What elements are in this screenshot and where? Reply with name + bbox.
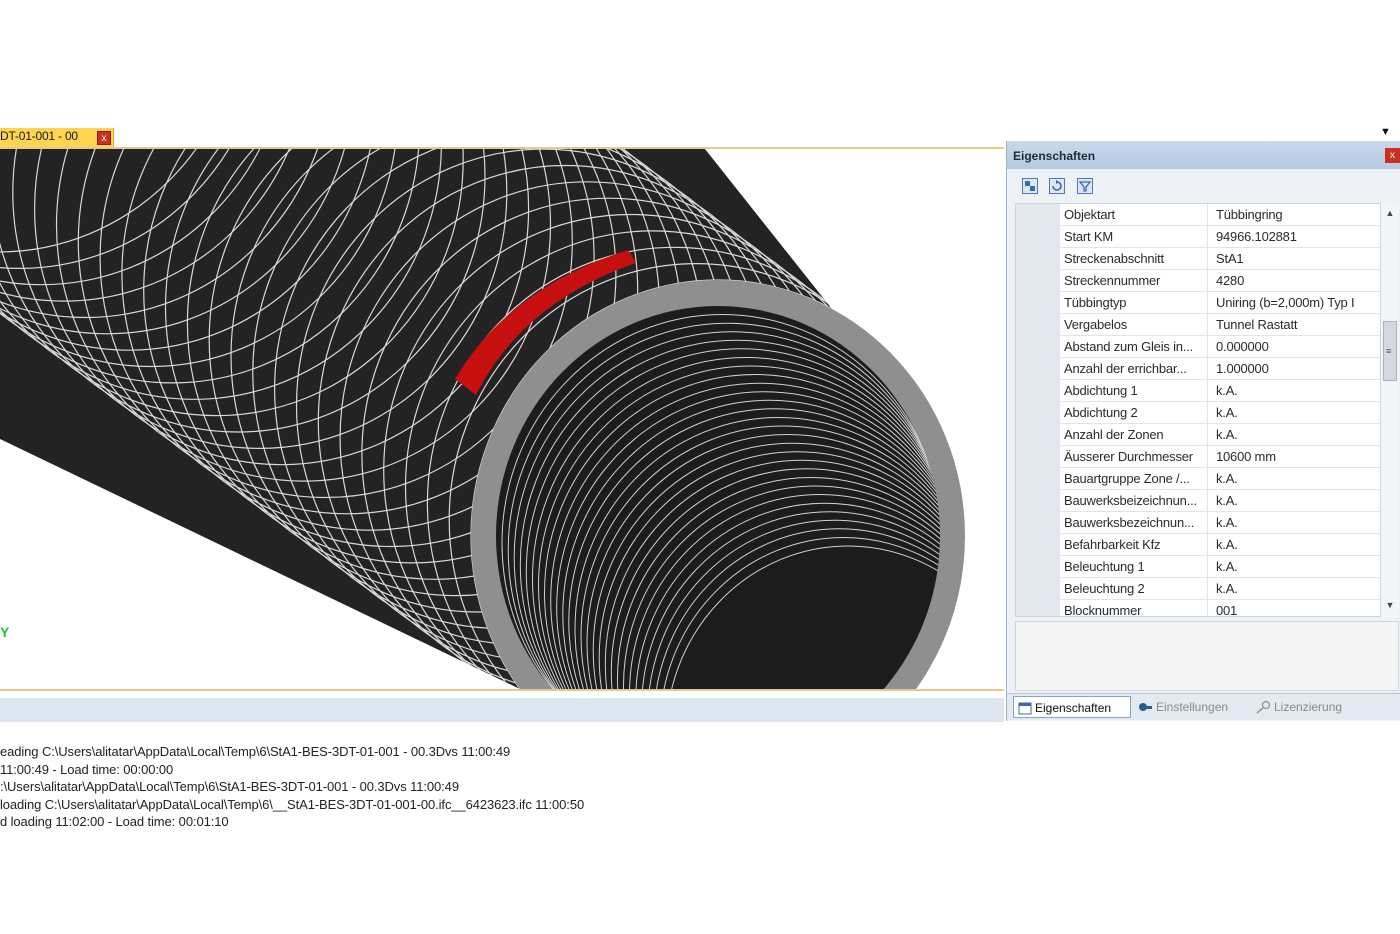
property-value[interactable]: k.A.	[1216, 402, 1380, 423]
log-line: :\Users\alitatar\AppData\Local\Temp\6\St…	[0, 779, 459, 794]
3d-viewport[interactable]	[0, 149, 1004, 689]
property-name: Abstand zum Gleis in...	[1060, 336, 1208, 357]
tab-label: Einstellungen	[1156, 700, 1229, 714]
property-name: Vergabelos	[1060, 314, 1208, 335]
property-value[interactable]: k.A.	[1216, 490, 1380, 511]
scroll-up-icon[interactable]: ▲	[1381, 205, 1399, 221]
log-line: d loading 11:02:00 - Load time: 00:01:10	[0, 814, 229, 829]
property-row[interactable]: Start KM 94966.102881	[1060, 226, 1380, 248]
property-grid-scrollbar[interactable]: ▲ ≡ ▼	[1381, 203, 1399, 617]
property-name: Tübbingtyp	[1060, 292, 1208, 313]
properties-title-bar: Eigenschaften x	[1007, 141, 1400, 169]
property-value[interactable]: Tunnel Rastatt	[1216, 314, 1380, 335]
property-name: Bauwerksbeizeichnun...	[1060, 490, 1208, 511]
property-name: Befahrbarkeit Kfz	[1060, 534, 1208, 555]
log-line: loading C:\Users\alitatar\AppData\Local\…	[0, 796, 585, 812]
log-line: 11:00:49 - Load time: 00:00:00	[0, 761, 174, 777]
categorize-icon[interactable]	[1022, 178, 1038, 194]
property-name: Start KM	[1060, 226, 1208, 247]
property-value[interactable]: k.A.	[1216, 380, 1380, 401]
properties-panel: Eigenschaften x Objektart Tübbingring Star…	[1006, 141, 1400, 721]
close-icon[interactable]: x	[1385, 148, 1400, 163]
tab-einstellungen[interactable]: Einstellungen	[1133, 696, 1245, 718]
property-name: Streckennummer	[1060, 270, 1208, 291]
property-value[interactable]: k.A.	[1216, 424, 1380, 445]
property-row[interactable]: Abdichtung 2 k.A.	[1060, 402, 1380, 424]
property-row[interactable]: Anzahl der errichbar... 1.000000	[1060, 358, 1380, 380]
property-grid-gutter	[1016, 204, 1060, 616]
property-value[interactable]: 001	[1216, 600, 1380, 616]
close-icon[interactable]: x	[97, 131, 111, 145]
property-name: Objektart	[1060, 204, 1208, 225]
property-value[interactable]: k.A.	[1216, 578, 1380, 599]
filter-icon[interactable]	[1077, 178, 1093, 194]
settings-icon	[1137, 699, 1153, 721]
property-name: Bauwerksbezeichnun...	[1060, 512, 1208, 533]
tab-lizenzierung[interactable]: Lizenzierung	[1251, 696, 1369, 718]
property-row[interactable]: Abstand zum Gleis in... 0.000000	[1060, 336, 1380, 358]
property-row[interactable]: Äusserer Durchmesser 10600 mm	[1060, 446, 1380, 468]
property-row[interactable]: Vergabelos Tunnel Rastatt	[1060, 314, 1380, 336]
property-name: Äusserer Durchmesser	[1060, 446, 1208, 467]
property-row[interactable]: Bauwerksbeizeichnun... k.A.	[1060, 490, 1380, 512]
property-row[interactable]: Streckenabschnitt StA1	[1060, 248, 1380, 270]
document-tab[interactable]: DT-01-001 - 00 x	[0, 128, 114, 148]
property-row[interactable]: Streckennummer 4280	[1060, 270, 1380, 292]
document-tab-strip: DT-01-001 - 00 x	[0, 128, 1004, 148]
property-name: Abdichtung 2	[1060, 402, 1208, 423]
property-value[interactable]: k.A.	[1216, 512, 1380, 533]
property-value[interactable]: 94966.102881	[1216, 226, 1380, 247]
property-row[interactable]: Befahrbarkeit Kfz k.A.	[1060, 534, 1380, 556]
property-value[interactable]: StA1	[1216, 248, 1380, 269]
horizontal-panel-bar	[0, 698, 1004, 722]
properties-title: Eigenschaften	[1013, 149, 1096, 163]
property-name: Bauartgruppe Zone /...	[1060, 468, 1208, 489]
property-row[interactable]: Bauartgruppe Zone /... k.A.	[1060, 468, 1380, 490]
properties-icon	[1018, 700, 1032, 722]
property-value[interactable]: 1.000000	[1216, 358, 1380, 379]
property-value[interactable]: k.A.	[1216, 468, 1380, 489]
viewport-bottom-border	[0, 689, 1004, 691]
scroll-down-icon[interactable]: ▼	[1381, 597, 1399, 613]
property-name: Beleuchtung 1	[1060, 556, 1208, 577]
property-value[interactable]: Uniring (b=2,000m) Typ I	[1216, 292, 1380, 313]
tunnel-model	[0, 149, 965, 689]
property-value[interactable]: k.A.	[1216, 556, 1380, 577]
property-row[interactable]: Tübbingtyp Uniring (b=2,000m) Typ I	[1060, 292, 1380, 314]
properties-toolbar	[1007, 174, 1400, 200]
tab-eigenschaften[interactable]: Eigenschaften	[1013, 696, 1131, 718]
property-value[interactable]: Tübbingring	[1216, 204, 1380, 225]
document-tab-label: DT-01-001 - 00	[0, 129, 78, 143]
property-grid: Objektart Tübbingring Start KM 94966.102881…	[1015, 203, 1381, 617]
panel-tab-strip: Eigenschaften Einstellungen Lizenzierung	[1007, 693, 1400, 720]
property-name: Streckenabschnitt	[1060, 248, 1208, 269]
property-value[interactable]: k.A.	[1216, 534, 1380, 555]
license-key-icon	[1255, 699, 1271, 721]
property-value[interactable]: 10600 mm	[1216, 446, 1380, 467]
property-name: Beleuchtung 2	[1060, 578, 1208, 599]
property-row[interactable]: Objektart Tübbingring	[1060, 204, 1380, 226]
property-row[interactable]: Bauwerksbezeichnun... k.A.	[1060, 512, 1380, 534]
axis-y-label: Y	[0, 624, 10, 640]
property-name: Anzahl der errichbar...	[1060, 358, 1208, 379]
grip-icon: ≡	[1386, 346, 1392, 356]
tab-label: Eigenschaften	[1035, 701, 1112, 715]
property-description-area	[1015, 621, 1399, 691]
property-value[interactable]: 0.000000	[1216, 336, 1380, 357]
property-row[interactable]: Anzahl der Zonen k.A.	[1060, 424, 1380, 446]
property-name: Blocknummer	[1060, 600, 1208, 616]
tab-label: Lizenzierung	[1274, 700, 1343, 714]
dropdown-arrow-icon[interactable]: ▼	[1380, 126, 1391, 138]
log-line: eading C:\Users\alitatar\AppData\Local\T…	[0, 744, 511, 759]
refresh-icon[interactable]	[1049, 178, 1065, 194]
property-name: Anzahl der Zonen	[1060, 424, 1208, 445]
property-value[interactable]: 4280	[1216, 270, 1380, 291]
scrollbar-thumb[interactable]: ≡	[1383, 321, 1397, 381]
property-row[interactable]: Beleuchtung 2 k.A.	[1060, 578, 1380, 600]
property-row[interactable]: Blocknummer 001	[1060, 600, 1380, 616]
property-row[interactable]: Abdichtung 1 k.A.	[1060, 380, 1380, 402]
property-row[interactable]: Beleuchtung 1 k.A.	[1060, 556, 1380, 578]
property-name: Abdichtung 1	[1060, 380, 1208, 401]
